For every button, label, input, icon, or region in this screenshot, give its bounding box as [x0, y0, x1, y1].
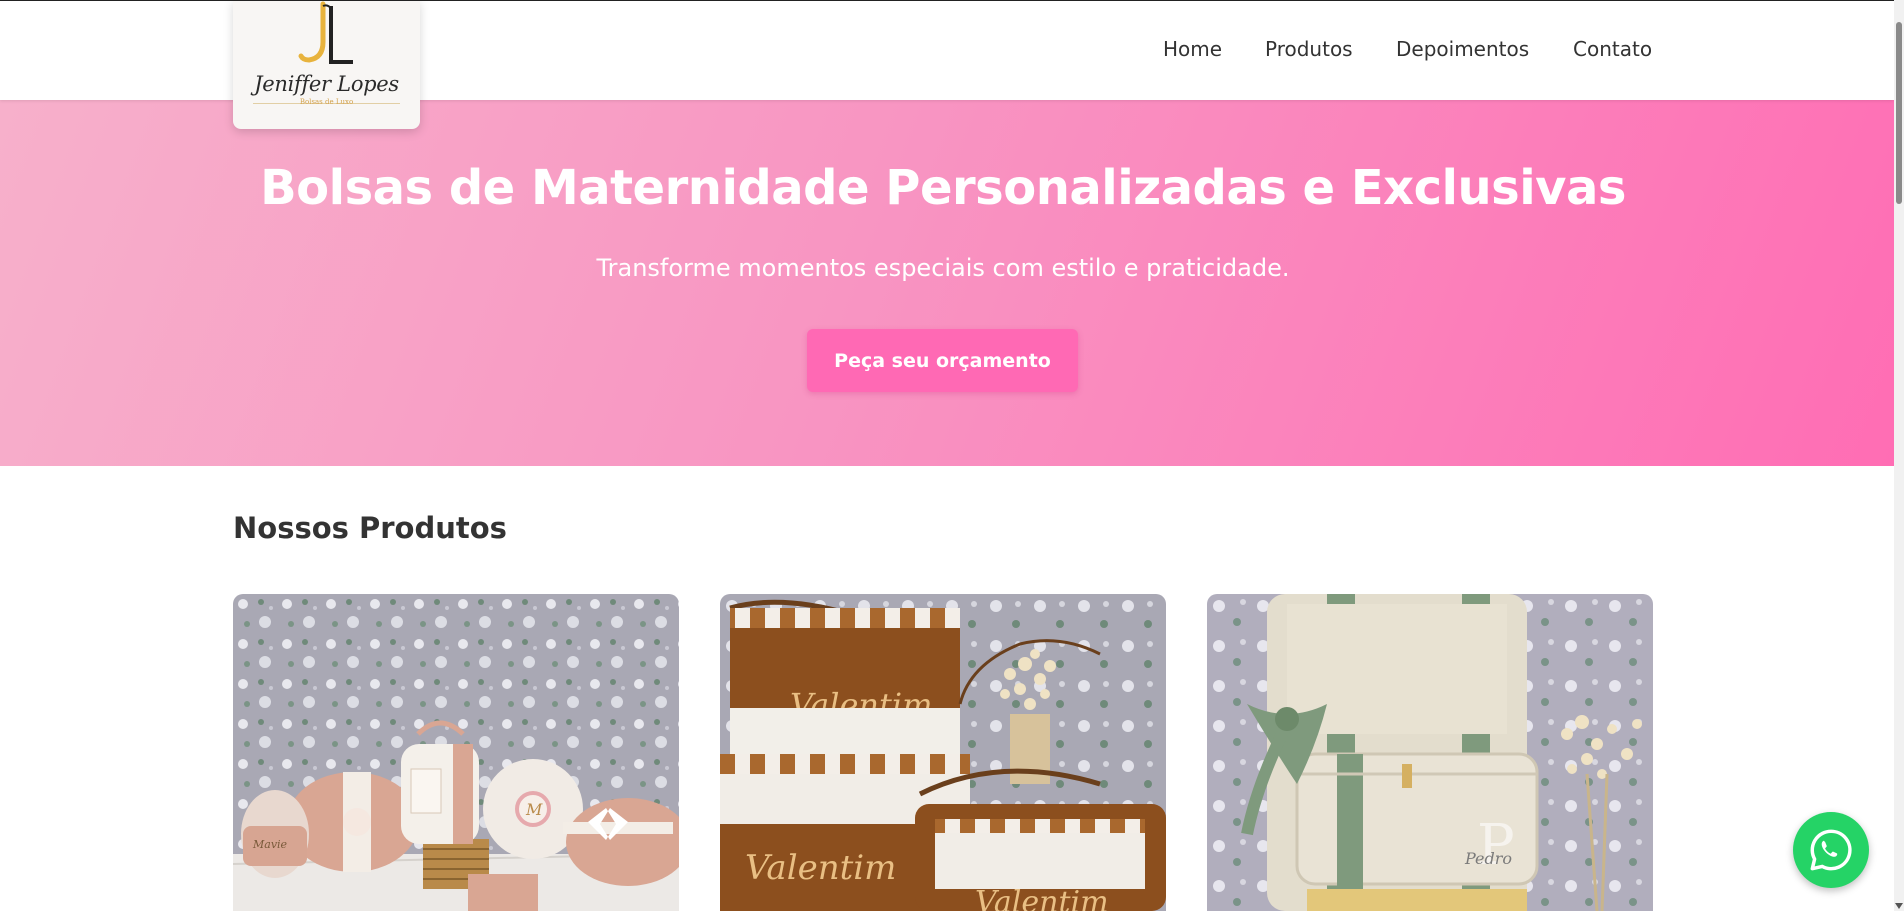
embroidery-name-bottom: Valentim: [975, 885, 1109, 911]
whatsapp-button[interactable]: [1793, 812, 1869, 888]
quote-button[interactable]: Peça seu orçamento: [807, 329, 1078, 392]
embroidery-name-middle: Valentim: [745, 848, 896, 888]
logo[interactable]: Jeniffer Lopes Bolsas de Luxo: [233, 0, 420, 129]
product-card-1[interactable]: Mavie M: [233, 594, 679, 911]
nav-produtos-link[interactable]: Produtos: [1265, 37, 1353, 61]
product-image-cream-bag: P Pedro: [1207, 594, 1653, 911]
hero-banner: Bolsas de Maternidade Personalizadas e E…: [0, 100, 1894, 466]
product-image-brown-cases: Valentim Valentim Valentim: [720, 594, 1166, 911]
product-card-3[interactable]: P Pedro: [1207, 594, 1653, 911]
products-heading: Nossos Produtos: [233, 511, 507, 545]
product-card-2[interactable]: Valentim Valentim Valentim: [720, 594, 1166, 911]
hero-subtitle: Transforme momentos especiais com estilo…: [596, 254, 1290, 282]
scrollbar-thumb[interactable]: [1896, 22, 1902, 204]
nav-depoimentos-link[interactable]: Depoimentos: [1396, 37, 1529, 61]
logo-name: Jeniffer Lopes: [254, 72, 399, 96]
embroidery-mavie: Mavie: [252, 838, 288, 851]
scroll-down-arrow-icon[interactable]: [1895, 903, 1903, 909]
nav-contato-link[interactable]: Contato: [1573, 37, 1652, 61]
hero-title: Bolsas de Maternidade Personalizadas e E…: [260, 160, 1626, 216]
whatsapp-icon: [1810, 829, 1852, 871]
jl-monogram-icon: [298, 1, 353, 64]
page-scrollbar[interactable]: [1894, 0, 1904, 911]
embroidery-pedro: Pedro: [1464, 849, 1512, 868]
window-top-edge: [0, 0, 1894, 1]
logo-tagline: Bolsas de Luxo: [299, 98, 354, 106]
embroidery-monogram: M: [525, 800, 543, 819]
nav-home-link[interactable]: Home: [1163, 37, 1222, 61]
product-image-pink-bags: Mavie M: [233, 594, 679, 911]
embroidery-letter: P: [1477, 813, 1515, 878]
